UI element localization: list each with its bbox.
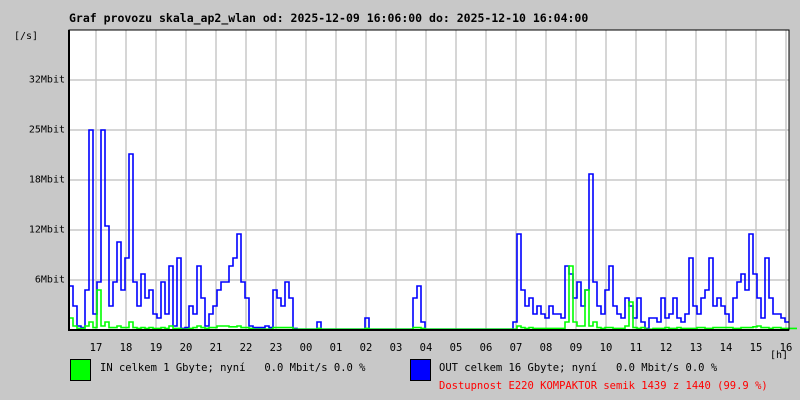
x-tick-label: 04 [419,342,433,354]
y-tick-label: 12Mbit [28,224,65,236]
x-tick-label: 22 [239,342,253,354]
x-tick-label: 20 [179,342,193,354]
legend-in-text: IN celkem 1 Gbyte; nyní 0.0 Mbit/s 0.0 % [100,362,366,374]
x-tick-label: 07 [509,342,523,354]
x-tick-label: 06 [479,342,493,354]
x-tick-label: 21 [209,342,223,354]
legend-out-text: OUT celkem 16 Gbyte; nyní 0.0 Mbit/s 0.0… [439,362,718,374]
x-tick-label: 15 [749,342,763,354]
y-tick-label: 6Mbit [34,274,65,286]
x-tick-label: 09 [569,342,583,354]
x-tick-label: 01 [329,342,343,354]
traffic-chart [68,29,797,331]
x-tick-label: 23 [269,342,283,354]
legend-out-swatch [410,359,431,381]
y-tick-label: 18Mbit [28,174,65,186]
x-tick-label: 00 [299,342,313,354]
y-tick-label: 32Mbit [28,74,65,86]
x-tick-label: 17 [89,342,103,354]
x-tick-label: 02 [359,342,373,354]
x-tick-label: 19 [149,342,163,354]
x-tick-label: 12 [659,342,673,354]
x-tick-label: 18 [119,342,133,354]
x-tick-label: 10 [599,342,613,354]
x-tick-label: 05 [449,342,463,354]
x-tick-label: 08 [539,342,553,354]
legend-in-swatch [70,359,91,381]
y-tick-label: 25Mbit [28,124,65,136]
x-tick-label: 03 [389,342,403,354]
x-tick-label: 14 [719,342,733,354]
x-tick-label: 16 [779,342,793,354]
x-tick-label: 13 [689,342,703,354]
x-tick-label: 11 [629,342,643,354]
availability-text: Dostupnost E220 KOMPAKTOR semik 1439 z 1… [439,380,768,392]
